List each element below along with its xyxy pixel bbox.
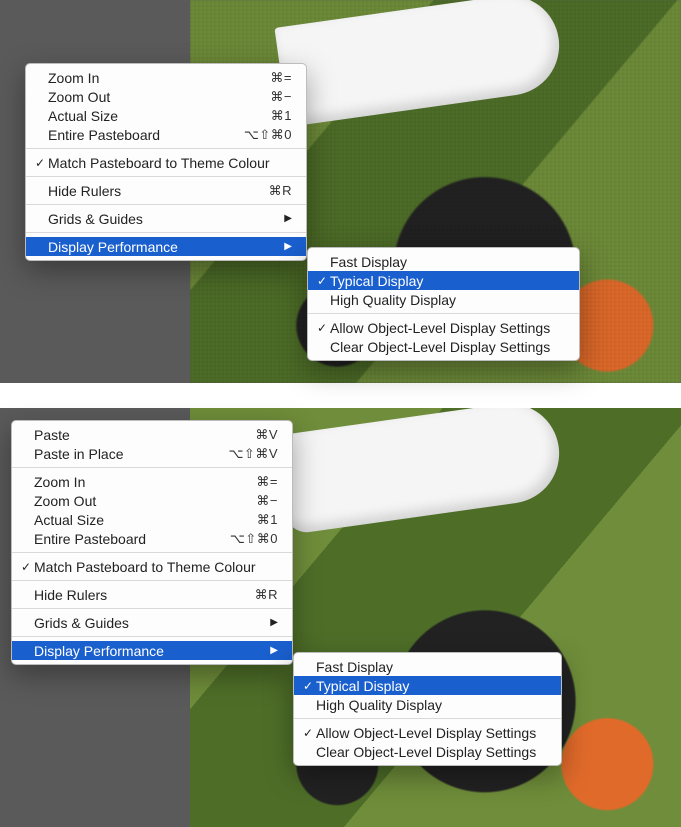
menu-separator xyxy=(26,176,306,177)
menu-item-label: Hide Rulers xyxy=(34,587,231,603)
menu-hide-rulers[interactable]: Hide Rulers ⌘R xyxy=(26,181,306,200)
menu-item-shortcut: ⌘− xyxy=(256,493,278,509)
menu-item-label: Actual Size xyxy=(48,108,247,124)
menu-item-label: Match Pasteboard to Theme Colour xyxy=(48,155,292,171)
menu-item-shortcut: ⌘= xyxy=(270,70,292,86)
menu-item-label: Grids & Guides xyxy=(48,211,260,227)
menu-zoom-in[interactable]: Zoom In ⌘= xyxy=(26,68,306,87)
menu-item-label: Zoom In xyxy=(34,474,232,490)
menu-separator xyxy=(12,608,292,609)
menu-item-shortcut: ⌘V xyxy=(255,427,278,443)
menu-actual-size[interactable]: Actual Size ⌘1 xyxy=(26,106,306,125)
checkmark-icon: ✓ xyxy=(300,679,316,693)
menu-item-shortcut: ⌘1 xyxy=(271,108,292,124)
menu-item-label: Hide Rulers xyxy=(48,183,245,199)
menu-zoom-out[interactable]: Zoom Out ⌘− xyxy=(26,87,306,106)
menu-item-label: Paste in Place xyxy=(34,446,204,462)
menu-match-pasteboard[interactable]: ✓ Match Pasteboard to Theme Colour xyxy=(26,153,306,172)
menu-item-label: Allow Object-Level Display Settings xyxy=(330,320,565,336)
menu-separator xyxy=(308,313,579,314)
menu-item-label: Zoom Out xyxy=(34,493,232,509)
submenu-high-quality-display[interactable]: High Quality Display xyxy=(294,695,561,714)
menu-item-label: Allow Object-Level Display Settings xyxy=(316,725,547,741)
submenu-arrow-icon: ▶ xyxy=(284,213,292,224)
context-menu-bottom[interactable]: Paste ⌘V Paste in Place ⌥⇧⌘V Zoom In ⌘= … xyxy=(11,420,293,665)
submenu-clear-object-level[interactable]: Clear Object-Level Display Settings xyxy=(294,742,561,761)
menu-separator xyxy=(26,148,306,149)
menu-item-label: Zoom Out xyxy=(48,89,246,105)
menu-item-label: Typical Display xyxy=(316,678,547,694)
submenu-clear-object-level[interactable]: Clear Object-Level Display Settings xyxy=(308,337,579,356)
menu-item-shortcut: ⌘− xyxy=(270,89,292,105)
submenu-fast-display[interactable]: Fast Display xyxy=(294,657,561,676)
menu-item-label: Actual Size xyxy=(34,512,233,528)
menu-separator xyxy=(12,467,292,468)
menu-item-label: Clear Object-Level Display Settings xyxy=(330,339,565,355)
submenu-arrow-icon: ▶ xyxy=(284,241,292,252)
context-menu-top[interactable]: Zoom In ⌘= Zoom Out ⌘− Actual Size ⌘1 En… xyxy=(25,63,307,261)
menu-zoom-in[interactable]: Zoom In ⌘= xyxy=(12,472,292,491)
submenu-display-performance-top[interactable]: Fast Display ✓ Typical Display High Qual… xyxy=(307,247,580,361)
menu-display-performance[interactable]: Display Performance ▶ xyxy=(26,237,306,256)
menu-item-label: Display Performance xyxy=(48,239,260,255)
menu-separator xyxy=(26,232,306,233)
menu-item-label: Entire Pasteboard xyxy=(34,531,206,547)
menu-item-label: Entire Pasteboard xyxy=(48,127,220,143)
menu-item-shortcut: ⌘= xyxy=(256,474,278,490)
menu-separator xyxy=(12,552,292,553)
submenu-typical-display[interactable]: ✓ Typical Display xyxy=(308,271,579,290)
menu-paste-in-place[interactable]: Paste in Place ⌥⇧⌘V xyxy=(12,444,292,463)
menu-hide-rulers[interactable]: Hide Rulers ⌘R xyxy=(12,585,292,604)
menu-separator xyxy=(12,636,292,637)
menu-item-shortcut: ⌘R xyxy=(255,587,278,603)
menu-grids-guides[interactable]: Grids & Guides ▶ xyxy=(26,209,306,228)
menu-separator xyxy=(294,718,561,719)
submenu-allow-object-level[interactable]: ✓ Allow Object-Level Display Settings xyxy=(308,318,579,337)
menu-item-label: Display Performance xyxy=(34,643,246,659)
menu-item-label: Typical Display xyxy=(330,273,565,289)
menu-item-shortcut: ⌥⇧⌘V xyxy=(228,446,278,462)
submenu-arrow-icon: ▶ xyxy=(270,645,278,656)
menu-separator xyxy=(26,204,306,205)
menu-display-performance[interactable]: Display Performance ▶ xyxy=(12,641,292,660)
menu-actual-size[interactable]: Actual Size ⌘1 xyxy=(12,510,292,529)
menu-entire-pasteboard[interactable]: Entire Pasteboard ⌥⇧⌘0 xyxy=(26,125,306,144)
menu-separator xyxy=(12,580,292,581)
menu-item-shortcut: ⌘1 xyxy=(257,512,278,528)
submenu-high-quality-display[interactable]: High Quality Display xyxy=(308,290,579,309)
comparison-divider xyxy=(0,383,681,408)
menu-item-label: Zoom In xyxy=(48,70,246,86)
menu-paste[interactable]: Paste ⌘V xyxy=(12,425,292,444)
menu-item-shortcut: ⌥⇧⌘0 xyxy=(230,531,278,547)
submenu-arrow-icon: ▶ xyxy=(270,617,278,628)
menu-entire-pasteboard[interactable]: Entire Pasteboard ⌥⇧⌘0 xyxy=(12,529,292,548)
menu-item-label: Paste xyxy=(34,427,231,443)
submenu-typical-display[interactable]: ✓ Typical Display xyxy=(294,676,561,695)
submenu-allow-object-level[interactable]: ✓ Allow Object-Level Display Settings xyxy=(294,723,561,742)
menu-item-label: High Quality Display xyxy=(330,292,565,308)
menu-item-label: Fast Display xyxy=(330,254,565,270)
menu-item-label: Match Pasteboard to Theme Colour xyxy=(34,559,278,575)
submenu-display-performance-bottom[interactable]: Fast Display ✓ Typical Display High Qual… xyxy=(293,652,562,766)
menu-item-shortcut: ⌥⇧⌘0 xyxy=(244,127,292,143)
submenu-fast-display[interactable]: Fast Display xyxy=(308,252,579,271)
menu-zoom-out[interactable]: Zoom Out ⌘− xyxy=(12,491,292,510)
menu-item-label: Grids & Guides xyxy=(34,615,246,631)
menu-match-pasteboard[interactable]: ✓ Match Pasteboard to Theme Colour xyxy=(12,557,292,576)
menu-item-shortcut: ⌘R xyxy=(269,183,292,199)
checkmark-icon: ✓ xyxy=(314,274,330,288)
checkmark-icon: ✓ xyxy=(314,321,330,335)
checkmark-icon: ✓ xyxy=(18,560,34,574)
menu-grids-guides[interactable]: Grids & Guides ▶ xyxy=(12,613,292,632)
checkmark-icon: ✓ xyxy=(32,156,48,170)
menu-item-label: Fast Display xyxy=(316,659,547,675)
menu-item-label: Clear Object-Level Display Settings xyxy=(316,744,547,760)
menu-item-label: High Quality Display xyxy=(316,697,547,713)
checkmark-icon: ✓ xyxy=(300,726,316,740)
